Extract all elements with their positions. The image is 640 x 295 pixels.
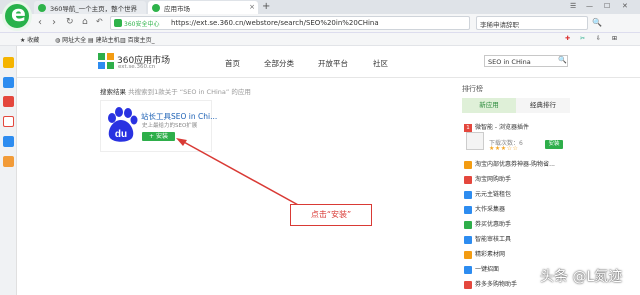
app-market-logo-icon[interactable] xyxy=(98,53,114,69)
bookmark-baidu[interactable]: ▥ 百度主页_ xyxy=(120,35,155,44)
shield-icon xyxy=(114,19,122,27)
nav-home[interactable]: 首页 xyxy=(225,58,240,69)
close-window-icon[interactable]: ✕ xyxy=(622,2,628,10)
ranking-title: 排行榜 xyxy=(462,85,483,93)
tab-classic-ranking[interactable]: 经典排行 xyxy=(516,98,570,113)
toolbar-tools-icon[interactable]: ✂ xyxy=(580,35,585,42)
favorites-star-icon[interactable] xyxy=(3,57,14,68)
store-search-input[interactable]: SEO in CHina xyxy=(484,55,568,67)
browser-search-input[interactable]: 李稀申请辞职 xyxy=(476,16,588,30)
app-icon xyxy=(464,265,472,274)
store-search-icon[interactable]: 🔍 xyxy=(558,56,567,64)
watermark: 头条 @L氮迹 xyxy=(540,269,623,285)
ranking-item[interactable]: 大作采集器 xyxy=(464,204,505,214)
site-url: ext.se.360.cn xyxy=(118,64,156,70)
baidu-paw-icon[interactable]: du xyxy=(104,106,138,144)
header-divider xyxy=(17,77,640,78)
toolbar-grid-icon[interactable]: ⊞ xyxy=(612,35,617,42)
bookmark-hosting[interactable]: ▤ 建站主机 xyxy=(88,35,120,44)
app-icon xyxy=(464,175,472,184)
maximize-icon[interactable]: ☐ xyxy=(604,2,610,10)
ranking-install-button[interactable]: 安装 xyxy=(545,140,563,149)
ranking-item[interactable]: 一键招面 xyxy=(464,264,499,274)
sidebar-doc-icon[interactable] xyxy=(3,136,14,147)
weibo-icon[interactable] xyxy=(3,96,14,107)
minimize-icon[interactable]: — xyxy=(586,2,593,10)
menu-icon[interactable]: ☰ xyxy=(570,2,576,10)
360-favicon-icon xyxy=(38,4,46,12)
tab-label: 应用市场 xyxy=(164,5,190,13)
store-search-text: SEO in CHina xyxy=(488,57,531,66)
back-icon[interactable]: ‹ xyxy=(38,17,42,28)
app-icon xyxy=(464,250,472,259)
bookmark-favorites[interactable]: ★ 收藏 xyxy=(20,35,39,44)
sidebar-news-icon[interactable] xyxy=(3,156,14,167)
new-tab-button[interactable]: + xyxy=(262,1,270,12)
ranking-item[interactable]: 淘宝内部优惠券神器-购物省... xyxy=(464,159,555,169)
bookmark-url-nav[interactable]: ◍ 网址大全 xyxy=(55,35,86,44)
svg-text:du: du xyxy=(115,129,127,140)
safe-center-label: 360安全中心 xyxy=(124,21,160,28)
forward-icon[interactable]: › xyxy=(52,17,56,28)
ranking-top-item[interactable]: 1 微智能 - 浏览器插件 xyxy=(464,122,529,132)
app-icon xyxy=(464,235,472,244)
url-bar[interactable]: 360安全中心 https://ext.se.360.cn/webstore/s… xyxy=(110,16,470,30)
search-icon[interactable]: 🔍 xyxy=(592,18,602,27)
app-description: 史上最给力的SEO扩展 xyxy=(142,123,198,129)
rank-item-name: 微智能 - 浏览器插件 xyxy=(475,124,529,131)
install-button[interactable]: + 安装 xyxy=(142,132,175,141)
tab-app-market[interactable]: 应用市场 × xyxy=(148,1,258,14)
app-market-favicon-icon xyxy=(152,4,160,12)
toolbar-extension-icon[interactable]: ✚ xyxy=(565,35,570,42)
tab-360-nav[interactable]: 360导航_一个主页，整个世界 xyxy=(34,1,146,14)
annotation-callout: 点击“安装” xyxy=(290,204,372,226)
app-icon xyxy=(464,280,472,289)
annotation-text: 点击“安装” xyxy=(310,210,352,219)
ranking-item[interactable]: 智能审核工具 xyxy=(464,234,511,244)
sidebar-tool-icon[interactable] xyxy=(3,116,14,127)
nav-open-platform[interactable]: 开放平台 xyxy=(318,58,348,69)
browser-search-text: 李稀申请辞职 xyxy=(480,21,519,29)
app-icon xyxy=(464,190,472,199)
url-text: https://ext.se.360.cn/webstore/search/SE… xyxy=(171,19,379,27)
ranking-item[interactable]: 券多多购物助手 xyxy=(464,279,517,289)
toolbar-download-icon[interactable]: ⇩ xyxy=(596,35,601,42)
tab-new-apps[interactable]: 新应用 xyxy=(462,98,516,113)
browser-logo-icon[interactable] xyxy=(2,1,32,31)
ranking-item[interactable]: 券买优惠助手 xyxy=(464,219,511,229)
top-app-icon[interactable] xyxy=(466,132,484,150)
tab-label: 360导航_一个主页，整个世界 xyxy=(50,5,138,13)
app-icon xyxy=(464,205,472,214)
nav-community[interactable]: 社区 xyxy=(373,58,388,69)
undo-icon[interactable]: ↶ xyxy=(96,17,103,26)
results-heading: 搜索结果 共搜索到1款关于 “SEO in CHina” 的应用 xyxy=(100,88,251,96)
nav-all-categories[interactable]: 全部分类 xyxy=(264,58,294,69)
ranking-item[interactable]: 精彩素材网 xyxy=(464,249,505,259)
rating-stars: ★★★☆☆ xyxy=(489,145,519,152)
ranking-tabs: 新应用 经典排行 xyxy=(462,98,570,113)
results-summary: 共搜索到1款关于 “SEO in CHina” 的应用 xyxy=(128,88,251,96)
app-icon xyxy=(464,160,472,169)
ranking-item[interactable]: 淘宝网购助手 xyxy=(464,174,511,184)
app-icon xyxy=(464,220,472,229)
rank-number: 1 xyxy=(464,123,472,132)
sidebar-app-icon[interactable] xyxy=(3,77,14,88)
close-tab-icon[interactable]: × xyxy=(249,3,255,11)
refresh-icon[interactable]: ↻ xyxy=(66,17,74,27)
ranking-item[interactable]: 元元主链租包 xyxy=(464,189,511,199)
home-icon[interactable]: ⌂ xyxy=(82,17,88,27)
